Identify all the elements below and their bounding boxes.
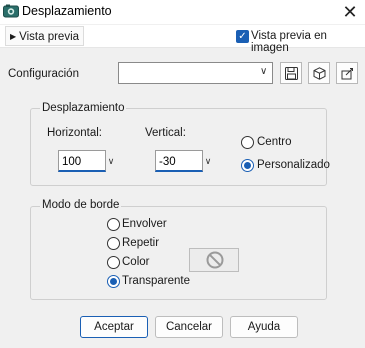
- radio-repeat[interactable]: [107, 237, 120, 250]
- radio-center[interactable]: [241, 136, 254, 149]
- edge-mode-legend: Modo de borde: [40, 199, 122, 211]
- no-color-icon: [190, 251, 238, 274]
- config-select[interactable]: [118, 62, 273, 84]
- radio-color-label: Color: [122, 256, 150, 268]
- preview-toggle-button[interactable]: ▶ Vista previa: [5, 26, 85, 46]
- preview-on-image-label: Vista previa en imagen: [251, 30, 327, 54]
- help-button[interactable]: Ayuda: [230, 316, 298, 338]
- reset-button[interactable]: [308, 62, 330, 84]
- radio-custom-label: Personalizado: [257, 159, 330, 171]
- horizontal-spin-arrows[interactable]: ∨: [106, 150, 116, 172]
- config-label: Configuración: [8, 68, 79, 80]
- preset-manager-button[interactable]: [336, 62, 358, 84]
- preview-toggle-label: Vista previa: [19, 31, 80, 43]
- vertical-label: Vertical:: [145, 127, 186, 139]
- ok-button[interactable]: Aceptar: [80, 316, 148, 338]
- horizontal-input[interactable]: [58, 150, 106, 172]
- radio-wrap-label: Envolver: [122, 218, 167, 230]
- vertical-input[interactable]: [155, 150, 203, 172]
- app-icon: [3, 4, 19, 18]
- radio-transparent-label: Transparente: [122, 275, 190, 287]
- radio-center-label: Centro: [257, 136, 292, 148]
- displacement-legend: Desplazamiento: [40, 102, 127, 114]
- close-icon[interactable]: ✕: [339, 1, 361, 23]
- vertical-spin-arrows[interactable]: ∨: [203, 150, 213, 172]
- save-preset-button[interactable]: [280, 62, 302, 84]
- radio-color[interactable]: [107, 256, 120, 269]
- radio-custom[interactable]: [241, 159, 254, 172]
- color-swatch[interactable]: [189, 248, 239, 272]
- radio-wrap[interactable]: [107, 218, 120, 231]
- window-title: Desplazamiento: [22, 4, 112, 18]
- radio-transparent[interactable]: [107, 275, 120, 288]
- cancel-button[interactable]: Cancelar: [155, 316, 223, 338]
- radio-repeat-label: Repetir: [122, 237, 160, 249]
- preview-on-image-checkbox[interactable]: ✓: [236, 30, 249, 43]
- expand-triangle-icon: ▶: [10, 32, 17, 41]
- chevron-down-icon[interactable]: ∨: [260, 66, 267, 77]
- horizontal-label: Horizontal:: [47, 127, 102, 139]
